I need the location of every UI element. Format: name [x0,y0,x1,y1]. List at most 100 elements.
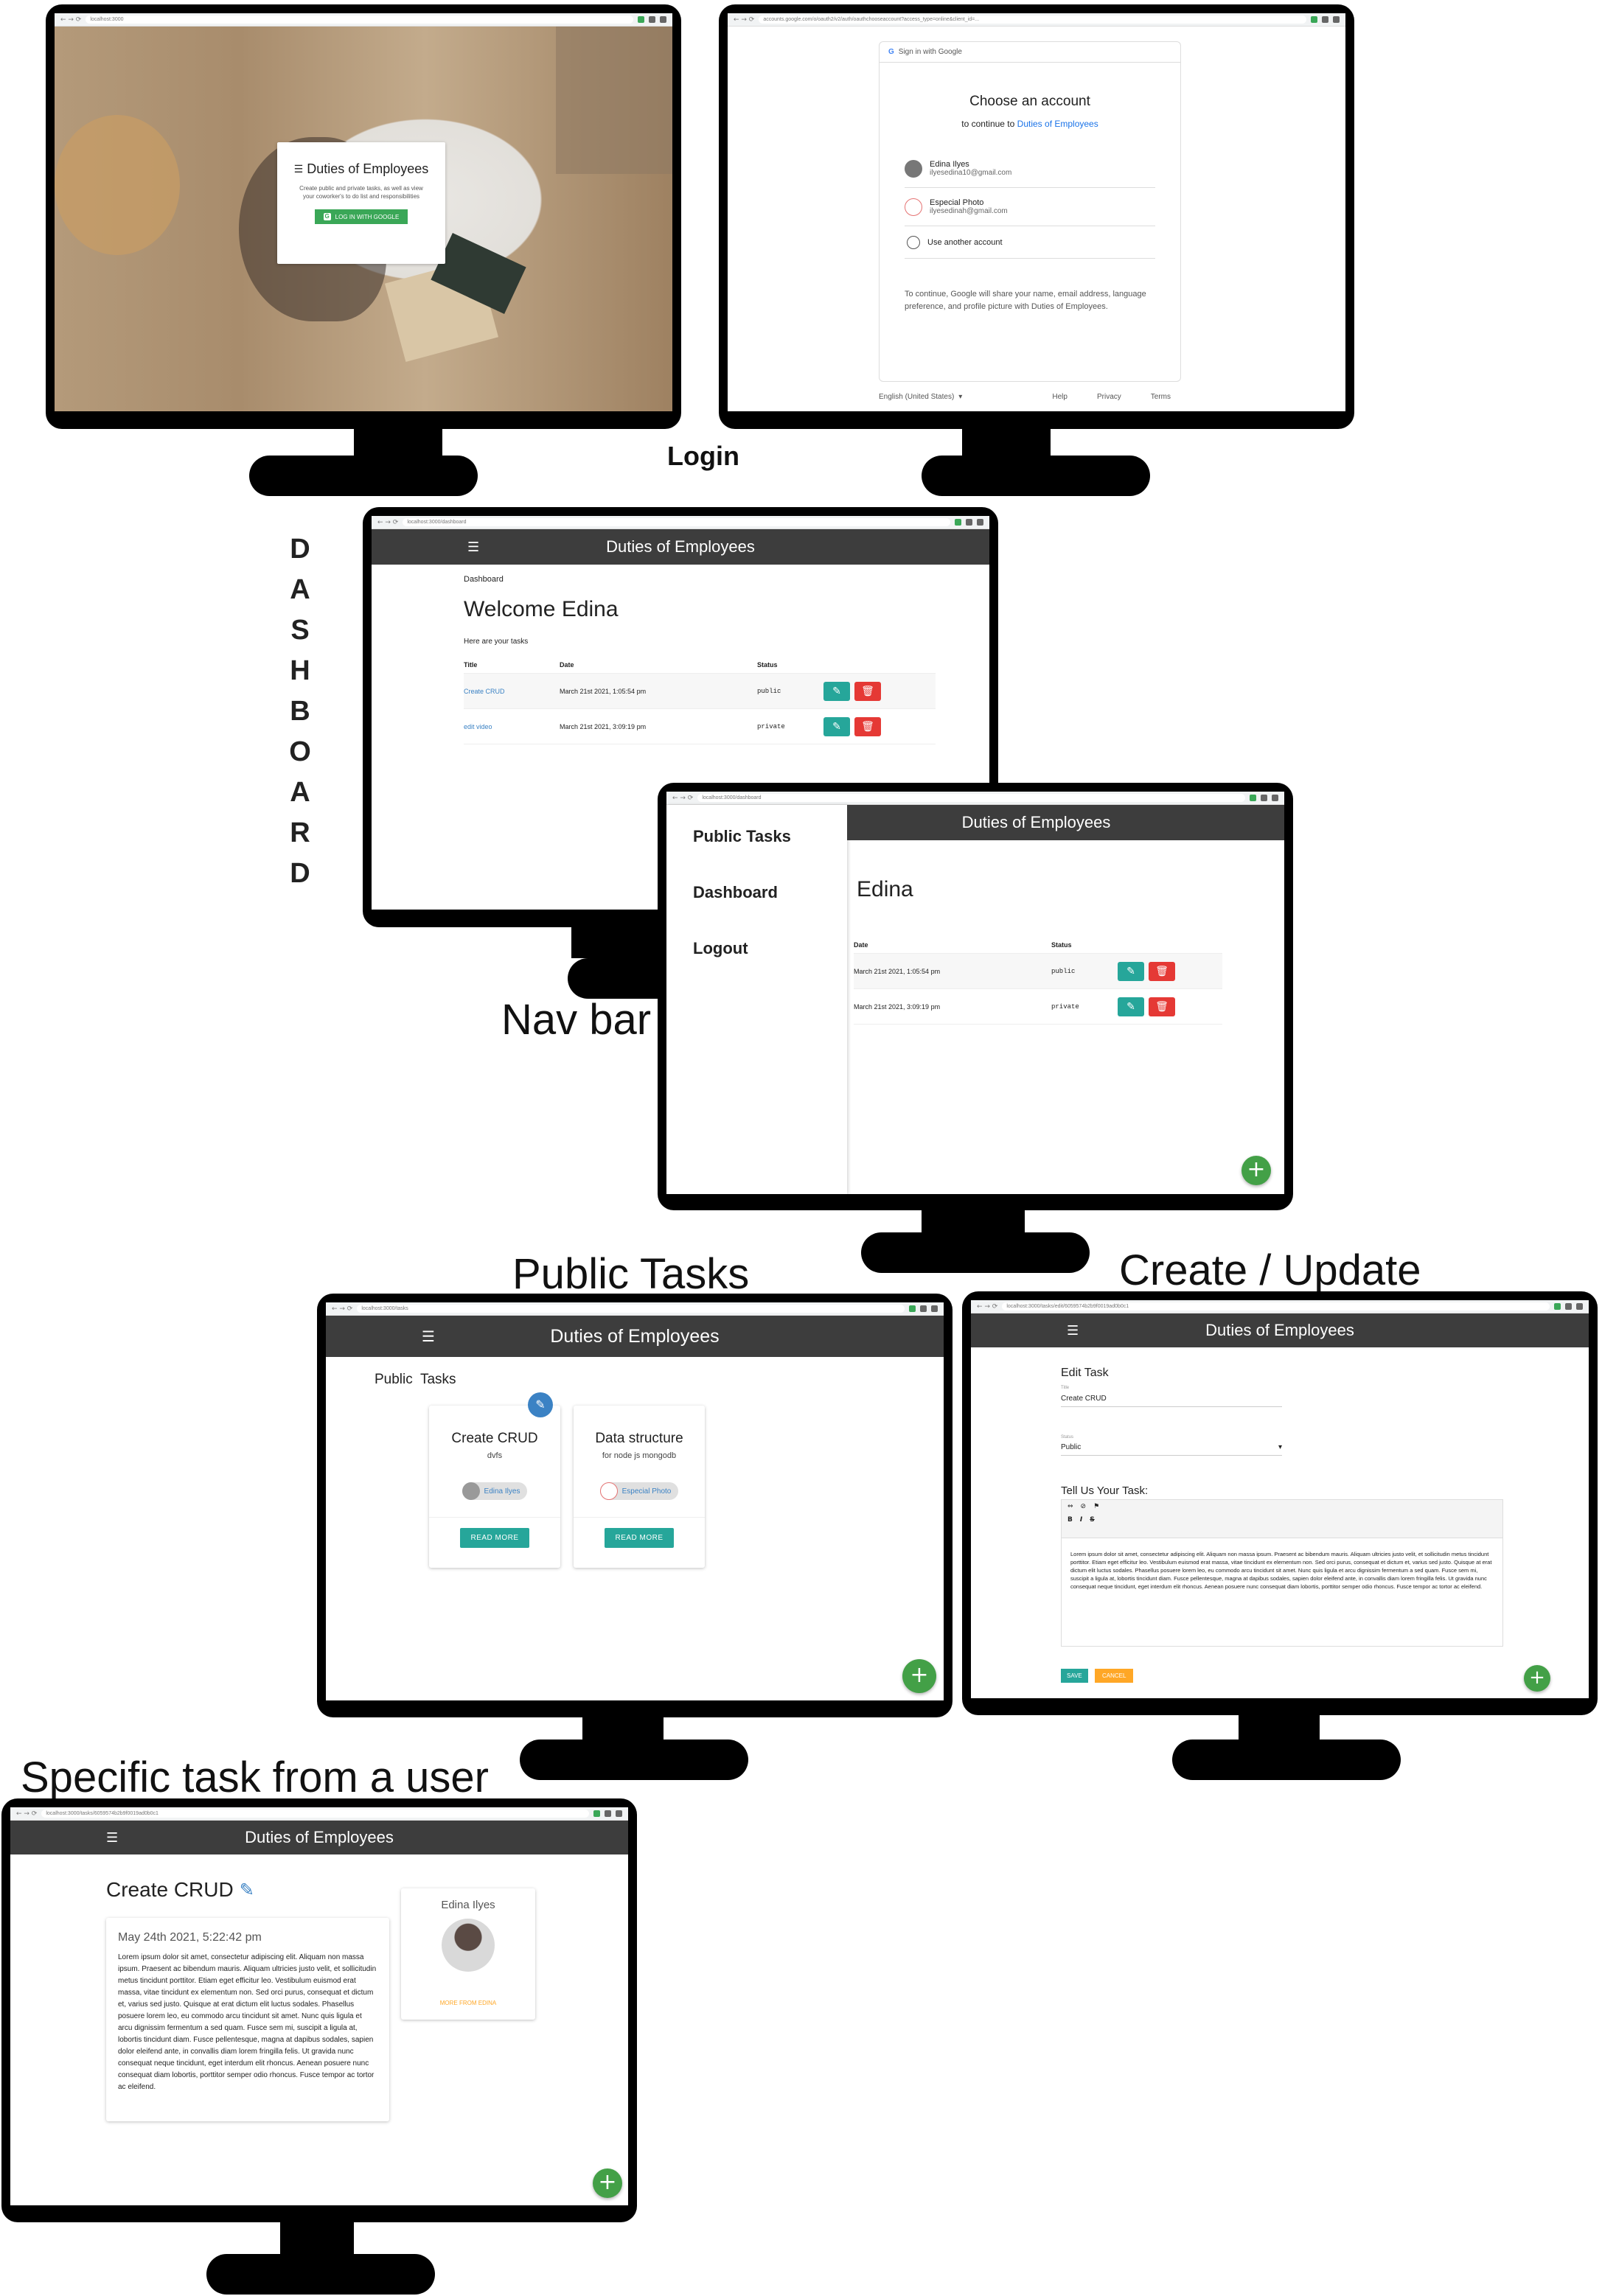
card-body: dvfs [487,1451,503,1460]
edit-icon[interactable]: ✎ [528,1392,553,1417]
user-chip[interactable]: Edina Ilyes [462,1482,528,1500]
app-bar: ☰ Duties of Employees [971,1313,1589,1347]
title-field[interactable]: Create CRUD [1061,1395,1282,1407]
browser-chrome: ← → ⟳ localhost:3000/tasks/6059574b2b9f0… [10,1807,628,1821]
url-bar[interactable]: localhost:3000/tasks/6059574b2b9f0019ad0… [41,1810,589,1818]
account-item[interactable]: Edina Ilyes ilyesedina10@gmail.com [905,150,1155,188]
avatar [442,1919,495,1972]
page-title: Welcome Edina [464,597,619,621]
table-row: Create CRUD March 21st 2021, 1:05:54 pm … [464,674,936,709]
status-select[interactable]: Public ▾ [1061,1443,1282,1456]
browser-chrome: ← → ⟳ accounts.google.com/o/oauth2/v2/au… [728,13,1345,27]
browser-chrome: ← → ⟳ localhost:3000/tasks [326,1302,944,1316]
avatar [462,1482,480,1500]
url-bar[interactable]: localhost:3000 [86,15,633,24]
url-bar[interactable]: localhost:3000/dashboard [403,518,950,526]
login-card: ☰ Duties of Employees Create public and … [277,142,445,264]
edit-icon[interactable]: ✎ [240,1880,254,1900]
caption-letter: A [290,574,310,605]
flag-icon[interactable]: ⚑ [1093,1503,1099,1510]
privacy-link[interactable]: Privacy [1097,393,1121,401]
more-from-author-link[interactable]: MORE FROM EDINA [401,2000,535,2006]
table-header: Date Status [854,936,1222,954]
app-bar: ☰ Duties of Employees [372,529,989,565]
caption-login: Login [667,441,739,471]
table-row: March 21st 2021, 1:05:54 pm public ✎ 🗑 [854,954,1222,989]
strike-button[interactable]: S [1090,1516,1094,1524]
bold-button[interactable]: B [1068,1516,1073,1524]
url-bar[interactable]: accounts.google.com/o/oauth2/v2/auth/oau… [759,15,1306,24]
unlink-icon[interactable]: ⊘ [1081,1503,1087,1510]
browser-chrome: ← → ⟳ localhost:3000/dashboard [372,516,989,529]
table-row: March 21st 2021, 3:09:19 pm private ✎ 🗑 [854,989,1222,1025]
save-button[interactable]: SAVE [1061,1669,1088,1683]
browser-chrome: ← → ⟳ localhost:3000/tasks/edit/6059574b… [971,1300,1589,1313]
app-title: Duties of Employees [550,1325,720,1347]
task-detail-card: May 24th 2021, 5:22:42 pm Lorem ipsum do… [106,1918,389,2121]
task-title-link[interactable]: Create CRUD [464,688,560,695]
url-bar[interactable]: localhost:3000/tasks [357,1305,905,1313]
tasks-table: Date Status March 21st 2021, 1:05:54 pm … [854,936,1222,1025]
app-link[interactable]: Duties of Employees [1017,119,1098,129]
caption-letter: B [290,696,310,727]
edit-button[interactable]: ✎ [1118,997,1144,1016]
task-title: Create CRUD [106,1878,234,1901]
nav-item-logout[interactable]: Logout [693,939,748,958]
edit-button[interactable]: ✎ [823,681,850,701]
rich-text-editor[interactable]: ⇔ ⊘ ⚑ BIS Lorem ipsum dolor sit amet, cons… [1061,1499,1503,1647]
card-title: Data structure [595,1431,683,1446]
page-title: Public Tasks [375,1372,456,1387]
help-link[interactable]: Help [1052,393,1068,401]
nav-item-public-tasks[interactable]: Public Tasks [693,827,791,846]
chevron-down-icon: ▾ [1278,1443,1282,1451]
avatar [599,1482,618,1500]
page-title: Edit Task [1061,1367,1109,1379]
google-login-button[interactable]: G LOG IN WITH GOOGLE [314,209,408,224]
body-label: Tell Us Your Task: [1061,1484,1149,1497]
app-bar: ☰ Duties of Employees [326,1316,944,1357]
link-icon[interactable]: ⇔ [1068,1503,1073,1510]
italic-button[interactable]: I [1080,1516,1082,1524]
url-bar[interactable]: localhost:3000/dashboard [697,794,1245,802]
terms-link[interactable]: Terms [1151,393,1171,401]
read-more-button[interactable]: READ MORE [460,1528,529,1548]
url-bar[interactable]: localhost:3000/tasks/edit/6059574b2b9f00… [1002,1302,1550,1311]
language-select[interactable]: English (United States) [879,393,954,401]
nav-item-dashboard[interactable]: Dashboard [693,883,778,902]
user-chip[interactable]: Especial Photo [599,1482,679,1500]
delete-button[interactable]: 🗑 [854,681,881,701]
app-bar: ☰ Duties of Employees [10,1821,628,1854]
cancel-button[interactable]: CANCEL [1095,1669,1134,1683]
card-body: for node js mongodb [602,1451,677,1460]
add-task-fab[interactable]: + [1241,1156,1271,1185]
delete-button[interactable]: 🗑 [1149,997,1175,1016]
card-title: Create CRUD [451,1431,538,1446]
account-item[interactable]: Especial Photo ilyesedinah@gmail.com [905,188,1155,226]
editor-toolbar: ⇔ ⊘ ⚑ BIS [1062,1500,1502,1538]
user-circle-icon [907,235,920,249]
delete-button[interactable]: 🗑 [1149,961,1175,981]
caption-letter: D [290,858,310,889]
title-label: Title [1061,1386,1070,1390]
app-title: Duties of Employees [1205,1321,1354,1339]
task-title-link[interactable]: edit video [464,723,560,730]
caption-public-tasks: Public Tasks [512,1250,750,1298]
add-task-fab[interactable]: + [593,2168,622,2198]
delete-button[interactable]: 🗑 [854,716,881,736]
add-task-fab[interactable]: + [1524,1665,1550,1692]
status-label: Status [1061,1435,1074,1440]
login-card-text: Create public and private tasks, as well… [299,185,423,200]
edit-button[interactable]: ✎ [1118,961,1144,981]
read-more-button[interactable]: READ MORE [605,1528,674,1548]
avatar [905,159,922,178]
app-title: Duties of Employees [606,537,755,556]
editor-content[interactable]: Lorem ipsum dolor sit amet, consectetur … [1062,1538,1502,1602]
add-task-fab[interactable]: + [902,1659,936,1693]
task-body: Lorem ipsum dolor sit amet, consectetur … [118,1953,377,2091]
tasks-table: Title Date Status Create CRUD March 21st… [464,656,936,744]
author-name: Edina Ilyes [441,1899,495,1911]
use-another-account[interactable]: Use another account [905,226,1155,259]
breadcrumb: Dashboard [464,575,504,584]
author-card: Edina Ilyes MORE FROM EDINA [401,1888,535,2020]
edit-button[interactable]: ✎ [823,716,850,736]
